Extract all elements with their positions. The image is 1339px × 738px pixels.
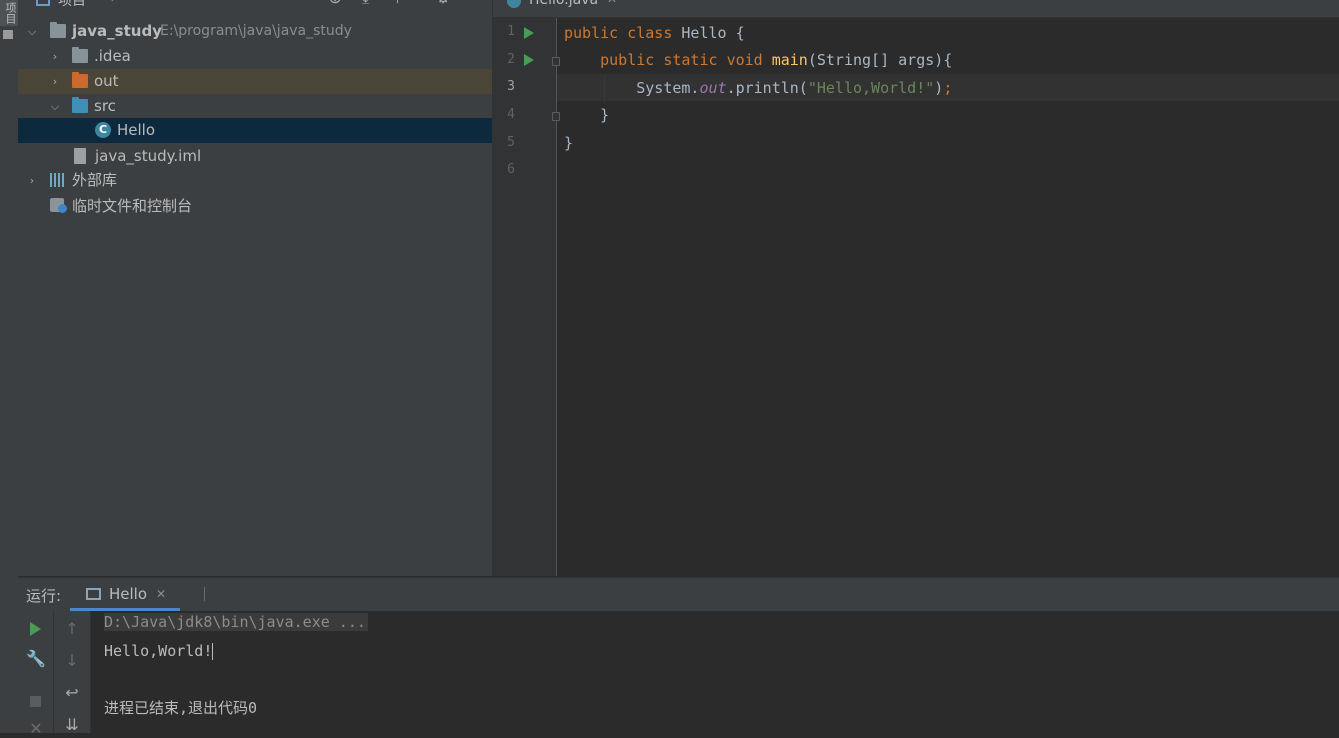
project-tool-tab[interactable]: 项目: [0, 0, 18, 26]
close-icon[interactable]: ✕: [156, 587, 166, 601]
fold-marker-icon[interactable]: [552, 112, 560, 121]
locate-icon[interactable]: ⊕: [328, 0, 342, 8]
tree-item-label: java_study.iml: [95, 147, 202, 165]
console-output[interactable]: D:\Java\jdk8\bin\java.exe ... Hello,Worl…: [91, 611, 1339, 733]
left-tool-strip: 项目: [0, 0, 19, 733]
minimize-icon[interactable]: —: [468, 0, 484, 3]
text-cursor: [212, 643, 214, 660]
run-panel-header: 运行: Hello ✕: [18, 577, 1339, 612]
run-tab-hello[interactable]: Hello ✕: [70, 578, 180, 611]
console-command-line[interactable]: D:\Java\jdk8\bin\java.exe ...: [104, 613, 368, 631]
run-class-icon[interactable]: [524, 27, 534, 39]
clock-icon: [58, 204, 67, 213]
library-icon: [50, 173, 66, 187]
tree-item-label: Hello: [117, 121, 156, 139]
tree-item-idea[interactable]: › .idea: [18, 44, 492, 69]
project-tool-tab-label: 项目: [4, 2, 17, 24]
line-number: 5: [507, 135, 515, 150]
expand-all-icon[interactable]: ⤓: [362, 0, 369, 8]
project-view-label[interactable]: 项目: [58, 0, 86, 10]
close-icon[interactable]: ✕: [607, 0, 617, 6]
line-number: 3: [507, 79, 515, 94]
chevron-right-icon[interactable]: ›: [26, 168, 38, 193]
tree-item-external-libraries[interactable]: › 外部库: [18, 168, 492, 193]
excluded-folder-icon: [72, 72, 88, 88]
chevron-right-icon[interactable]: ›: [49, 69, 61, 94]
stop-icon[interactable]: [30, 696, 41, 707]
project-panel: 项目 ▼ ⊕ ⤓ ⤒ ⚙ — ⌵ java_study E:\program\j…: [18, 0, 493, 576]
editor-tab-label: Hello.java: [529, 0, 599, 8]
tab-divider: [204, 587, 205, 601]
tree-item-label: .idea: [94, 47, 131, 65]
rerun-icon[interactable]: [30, 622, 41, 636]
java-class-icon: C: [95, 122, 111, 138]
soft-wrap-icon[interactable]: ↩: [60, 683, 84, 702]
run-main-icon[interactable]: [524, 54, 534, 66]
project-panel-header: 项目 ▼ ⊕ ⤓ ⤒ ⚙ —: [18, 0, 492, 12]
code-line-4: }: [600, 106, 610, 124]
tree-item-label: src: [94, 97, 116, 115]
collapse-all-icon[interactable]: ⤒: [394, 0, 401, 8]
run-toolbar-primary: 🔧 ✕: [18, 611, 54, 738]
tree-item-iml[interactable]: java_study.iml: [18, 144, 492, 169]
code-line-5: }: [564, 134, 574, 152]
fold-marker-icon[interactable]: [552, 57, 560, 66]
tree-item-hello[interactable]: C Hello: [18, 118, 492, 143]
code-line-2: public static void main(String[] args){: [600, 51, 953, 69]
arrow-up-icon[interactable]: ↑: [60, 619, 84, 638]
project-view-icon[interactable]: [36, 0, 50, 6]
console-output-line: Hello,World!: [104, 642, 214, 660]
arrow-down-icon[interactable]: ↓: [60, 651, 84, 670]
line-number: 4: [507, 107, 515, 122]
wrench-icon[interactable]: 🔧: [24, 649, 48, 668]
tree-item-path: E:\program\java\java_study: [160, 23, 352, 39]
editor-tab-bar: Hello.java ✕: [493, 0, 1339, 18]
run-panel-label: 运行:: [26, 587, 62, 605]
folder-icon: [72, 47, 88, 63]
scroll-to-end-icon[interactable]: ⇊: [60, 715, 84, 734]
tree-item-java-study[interactable]: ⌵ java_study E:\program\java\java_study: [18, 19, 492, 44]
module-file-icon: [74, 148, 86, 164]
chevron-right-icon[interactable]: ›: [49, 44, 61, 69]
code-line-1: public class Hello {: [564, 24, 745, 42]
tree-item-label: 临时文件和控制台: [72, 197, 193, 215]
gear-icon[interactable]: ⚙: [436, 0, 450, 7]
code-editor[interactable]: 1 2 3 4 5 6 public class Hello { public …: [493, 18, 1339, 576]
line-number: 2: [507, 52, 515, 67]
run-tab-label: Hello: [109, 585, 148, 603]
module-folder-icon: [50, 22, 66, 38]
tree-item-label: out: [94, 72, 119, 90]
line-number: 1: [507, 24, 515, 39]
tree-item-out[interactable]: › out: [18, 69, 492, 94]
code-line-3: System.out.println("Hello,World!");: [636, 79, 953, 97]
structure-tool-icon[interactable]: [3, 30, 13, 39]
console-exit-line: 进程已结束,退出代码0: [104, 699, 258, 717]
console-output-text: Hello,World!: [104, 642, 213, 660]
tree-item-label: 外部库: [72, 171, 118, 189]
line-number: 6: [507, 162, 515, 177]
chevron-down-icon[interactable]: ⌵: [49, 94, 61, 119]
console-icon: [86, 588, 101, 600]
tree-item-src[interactable]: ⌵ src: [18, 94, 492, 119]
source-folder-icon: [72, 97, 88, 113]
editor-gutter: 1 2 3 4 5 6: [493, 18, 560, 576]
run-toolbar-secondary: ↑ ↓ ↩ ⇊: [54, 611, 91, 734]
dropdown-icon[interactable]: ▼: [108, 0, 116, 3]
java-class-icon: [507, 0, 521, 8]
close-icon[interactable]: ✕: [24, 719, 48, 738]
chevron-down-icon[interactable]: ⌵: [26, 19, 38, 44]
tree-item-label: java_study: [72, 22, 162, 40]
tree-item-scratches[interactable]: 临时文件和控制台: [18, 194, 492, 219]
